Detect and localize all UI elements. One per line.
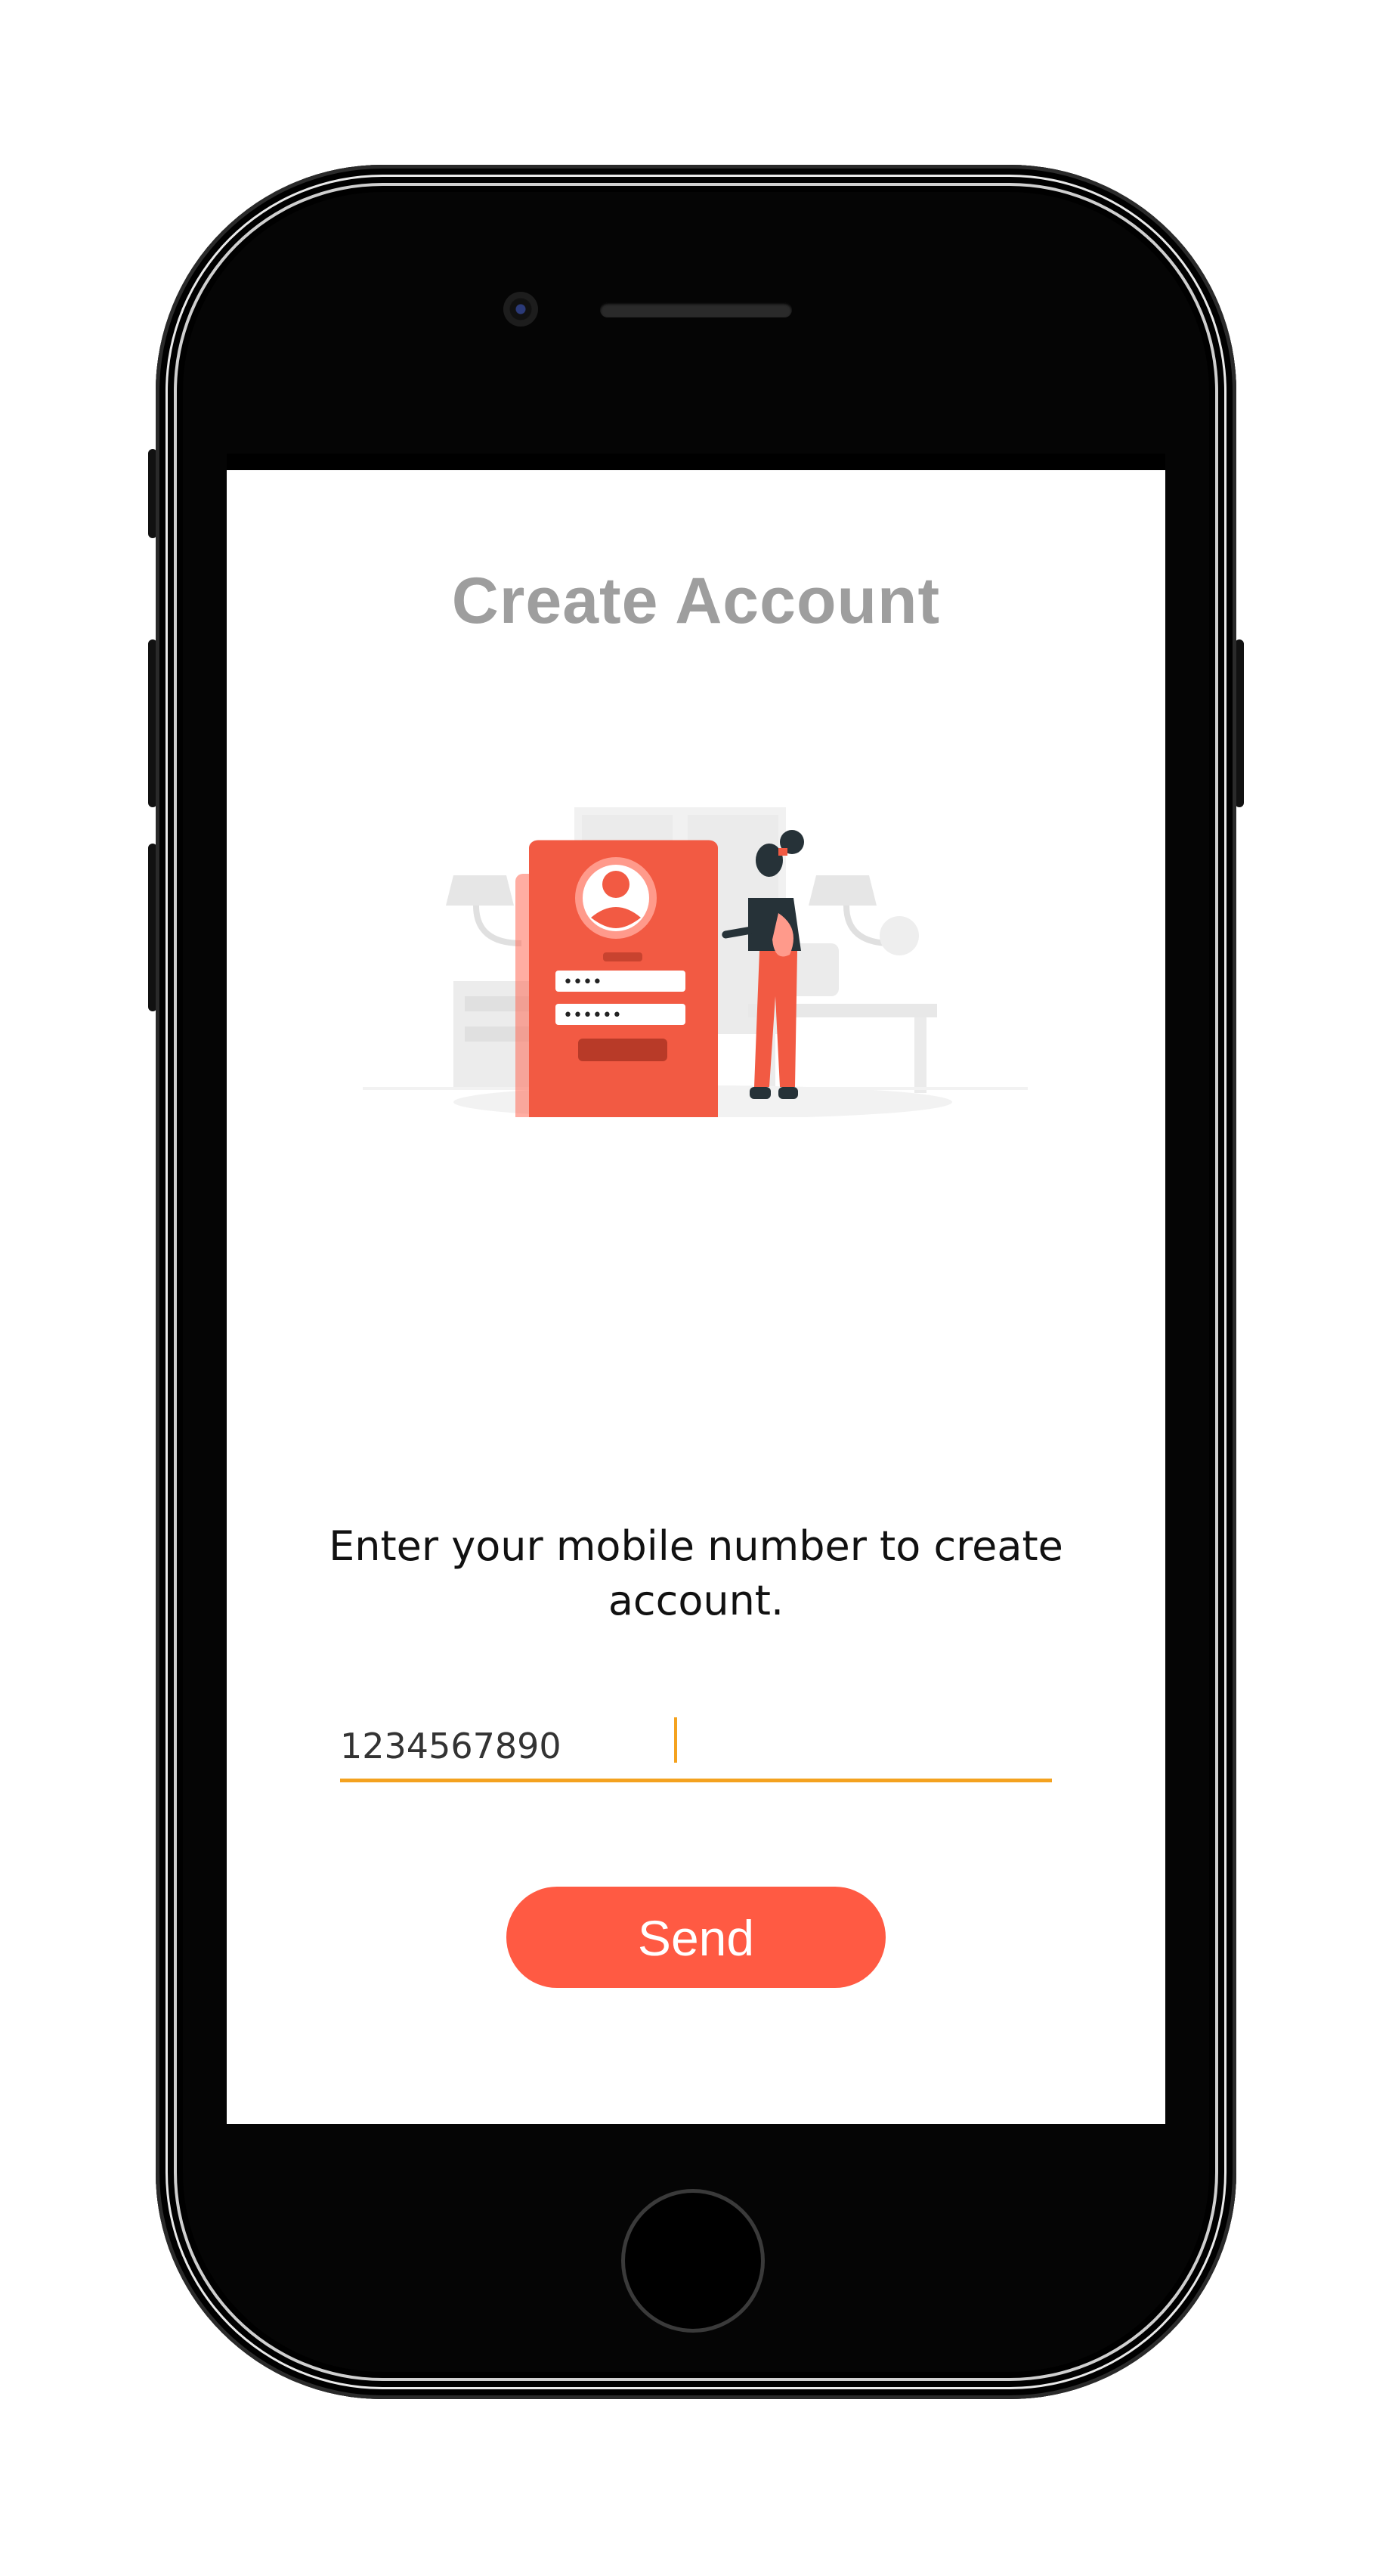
- field-1-mask: ••••: [563, 973, 602, 992]
- field-2-mask: ••••••: [563, 1006, 622, 1025]
- earpiece-speaker: [600, 302, 792, 317]
- page-title: Create Account: [451, 565, 941, 637]
- instruction-text: Enter your mobile number to create accou…: [329, 1522, 1063, 1624]
- send-button[interactable]: Send: [506, 1887, 886, 1988]
- sign-up-illustration: •••• ••••••: [363, 777, 1028, 1117]
- home-button[interactable]: [621, 2189, 765, 2333]
- signup-card: •••• ••••••: [515, 840, 718, 1117]
- front-camera-icon: [503, 292, 538, 327]
- text-cursor: [674, 1717, 677, 1763]
- mobile-number-field[interactable]: [340, 1711, 1052, 1782]
- app-screen: Create Account •••• •••••• Enter your mo…: [227, 454, 1165, 2124]
- status-bar: [227, 454, 1165, 470]
- mobile-number-input[interactable]: [340, 1722, 1052, 1770]
